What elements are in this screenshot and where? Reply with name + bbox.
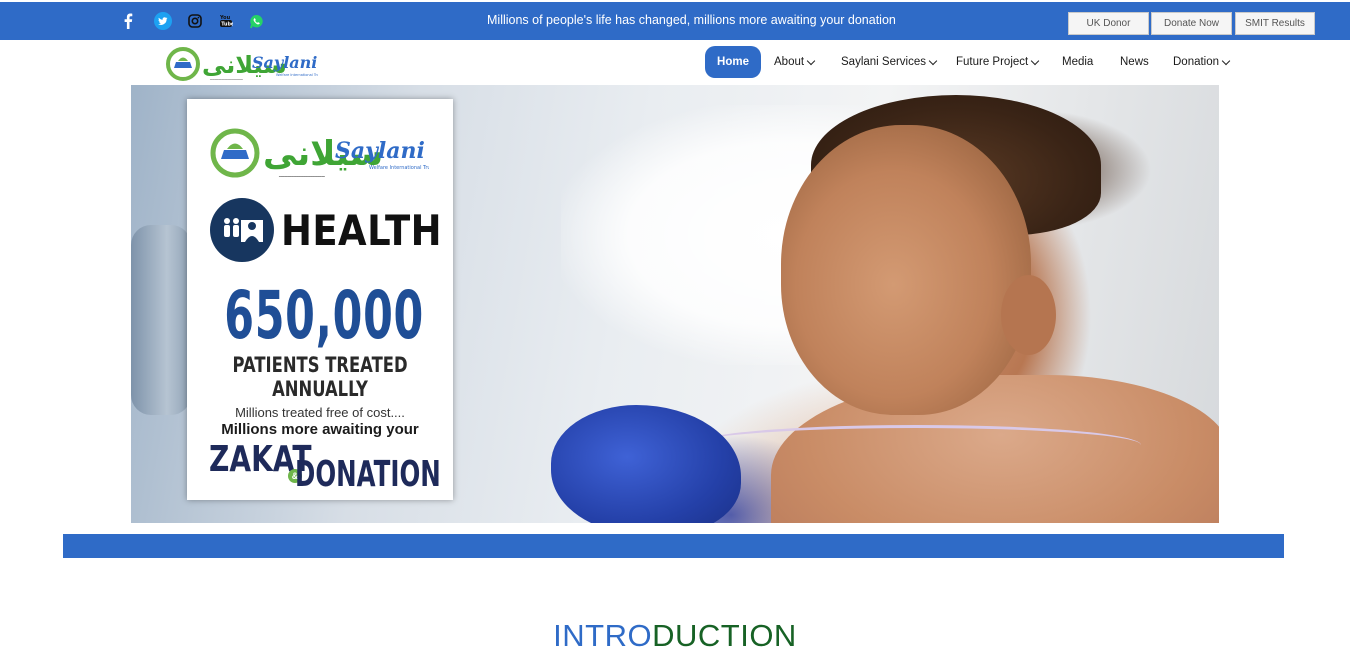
chevron-down-icon — [1221, 56, 1231, 65]
nav-donation-label: Donation — [1173, 56, 1220, 68]
hero-boy-face — [781, 125, 1031, 415]
card-subheading: PATIENTS TREATED ANNUALLY — [232, 353, 408, 401]
svg-text:Tube: Tube — [221, 22, 233, 28]
nav-donation[interactable]: Donation — [1173, 46, 1231, 78]
nav-news[interactable]: News — [1120, 46, 1149, 78]
hero-medical-device — [131, 225, 191, 415]
top-bar: You Tube Millions of people's life has ch… — [0, 2, 1350, 40]
uk-donor-button[interactable]: UK Donor — [1068, 12, 1149, 35]
section-divider-bar — [63, 534, 1284, 558]
smit-results-button[interactable]: SMIT Results — [1235, 12, 1315, 35]
health-promo-card: سیلانی Saylani Welfare International Tru… — [187, 99, 453, 500]
svg-text:Welfare International Trust: Welfare International Trust — [276, 73, 318, 77]
svg-text:Welfare International Trust: Welfare International Trust — [369, 165, 429, 171]
nav-home-label: Home — [717, 56, 749, 68]
health-icon — [210, 198, 274, 262]
nav-future-project-label: Future Project — [956, 56, 1029, 68]
hero-stethoscope-tube — [691, 425, 1141, 465]
svg-text:Saylani: Saylani — [252, 53, 317, 72]
svg-text:ــــــــــــــــــــــــــــ: ــــــــــــــــــــــــــــ — [209, 76, 244, 81]
tagline: Millions of people's life has changed, m… — [487, 13, 896, 27]
hero-banner[interactable]: سیلانی Saylani Welfare International Tru… — [131, 85, 1219, 523]
svg-text:Saylani: Saylani — [335, 138, 425, 164]
card-saylani-logo: سیلانی Saylani Welfare International Tru… — [209, 125, 435, 183]
nav-home[interactable]: Home — [705, 46, 761, 78]
nav-saylani-services-label: Saylani Services — [841, 56, 927, 68]
intro-title-part2: DUCTION — [652, 618, 797, 653]
nav-media-label: Media — [1062, 56, 1094, 68]
patients-count: 650,000 — [224, 277, 425, 354]
chevron-down-icon — [928, 56, 938, 65]
card-line-free: Millions treated free of cost.... — [235, 405, 405, 420]
introduction-heading: INTRODUCTION — [0, 618, 1350, 654]
facebook-icon[interactable] — [120, 11, 136, 31]
chevron-down-icon — [1030, 56, 1040, 65]
nav-saylani-services[interactable]: Saylani Services — [841, 46, 938, 78]
nav-about-label: About — [774, 56, 805, 68]
chevron-down-icon — [806, 56, 816, 65]
nav-media[interactable]: Media — [1062, 46, 1093, 78]
twitter-icon[interactable] — [154, 11, 172, 31]
card-heading: HEALTH — [281, 206, 443, 255]
intro-title-part1: INTRO — [553, 618, 653, 653]
hero-boy-ear — [1001, 275, 1056, 355]
donate-now-button[interactable]: Donate Now — [1151, 12, 1232, 35]
instagram-icon[interactable] — [187, 11, 203, 31]
nav-about[interactable]: About — [774, 46, 816, 78]
card-line-awaiting: Millions more awaiting your — [221, 421, 419, 438]
whatsapp-icon[interactable] — [248, 11, 264, 31]
youtube-icon[interactable]: You Tube — [218, 11, 234, 31]
hero-gloved-hand — [551, 405, 741, 523]
saylani-logo[interactable]: سیلانی Saylani Welfare International Tru… — [166, 44, 323, 82]
nav-future-project[interactable]: Future Project — [956, 46, 1040, 78]
card-donation: DONATION — [295, 454, 441, 495]
main-navbar: سیلانی Saylani Welfare International Tru… — [0, 40, 1350, 85]
nav-news-label: News — [1120, 56, 1149, 68]
svg-text:ــــــــــــــــــــــــــ: ــــــــــــــــــــــــــ — [278, 172, 325, 179]
